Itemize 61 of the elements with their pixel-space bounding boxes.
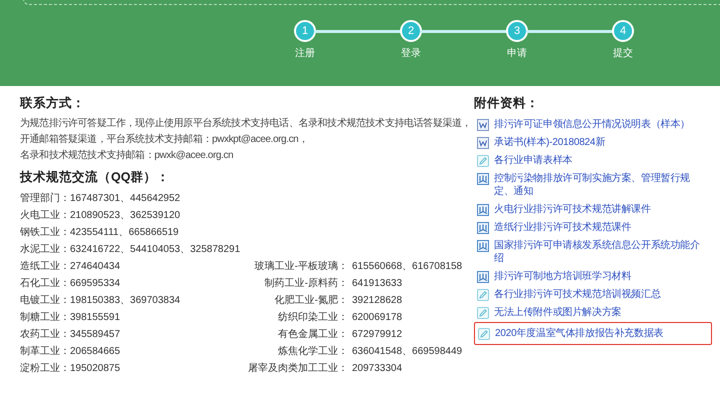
pencil-icon xyxy=(478,328,490,340)
qq-group-text: 制糖工业：398155591 xyxy=(20,310,120,325)
qq-group-label: 制药工业-原料药： xyxy=(264,276,348,291)
book-icon xyxy=(477,173,489,185)
qq-group-text: 石化工业：669595334 xyxy=(20,276,120,291)
attachment-link[interactable]: 排污许可证申领信息公开情况说明表（样本） xyxy=(494,118,690,131)
qq-group-number: 672979912 xyxy=(351,328,402,342)
document-icon xyxy=(477,119,489,131)
attachment-link[interactable]: 火电行业排污许可技术规范讲解课件 xyxy=(494,203,651,216)
qq-group-text: 农药工业：345589457 xyxy=(20,328,120,342)
qq-group-label: 玻璃工业-平板玻璃： xyxy=(254,260,348,274)
qq-group-text: 淀粉工业：195020875 xyxy=(20,362,120,376)
qq-group-number: 615560668、616708158 xyxy=(351,260,462,274)
step-number: 2 xyxy=(400,20,422,42)
qq-group-label: 纺织印染工业： xyxy=(278,310,348,325)
qq-group-label: 屠宰及肉类加工工业： xyxy=(248,362,348,376)
qq-group-number: 392128628 xyxy=(351,294,402,308)
section-heading: 联系方式： xyxy=(20,95,86,112)
section-heading: 附件资料： xyxy=(474,95,540,112)
qq-group-text: 制革工业：206584665 xyxy=(20,344,120,359)
qq-group-number: 620069178 xyxy=(351,311,402,325)
step-label: 登录 xyxy=(401,47,421,61)
book-icon xyxy=(477,204,489,216)
qq-group-number: 641913633 xyxy=(351,277,402,291)
contact-text: 开通邮箱答疑渠道，平台系统技术支持邮箱：pwxkpt@acee.org.cn， xyxy=(20,132,308,147)
attachment-link[interactable]: 无法上传附件或图片解决方案 xyxy=(494,306,622,319)
qq-group-label: 有色金属工业： xyxy=(278,328,348,342)
contact-text: 名录和技术规范技术支持邮箱：pwxk@acee.org.cn xyxy=(20,148,234,163)
qq-group-label: 化肥工业-氮肥： xyxy=(274,294,348,308)
pencil-icon xyxy=(477,289,489,301)
section-heading: 技术规范交流（QQ群）： xyxy=(20,169,170,186)
book-icon xyxy=(477,222,489,234)
attachment-link[interactable]: 造纸行业排污许可技术规范课件 xyxy=(494,221,632,234)
qq-group-text: 造纸工业：274640434 xyxy=(20,260,120,274)
book-icon xyxy=(477,240,489,252)
pencil-icon xyxy=(477,307,489,319)
qq-group-text: 火电工业：210890523、362539120 xyxy=(20,208,180,223)
qq-group-text: 电镀工业：198150383、369703834 xyxy=(20,294,180,308)
attachment-link[interactable]: 2020年度温室气体排放报告补充数据表 xyxy=(495,327,664,340)
document-icon xyxy=(477,137,489,149)
qq-group-number: 209733304 xyxy=(351,362,402,376)
book-icon xyxy=(477,271,489,283)
pencil-icon xyxy=(477,155,489,167)
step-number: 4 xyxy=(612,20,634,42)
qq-group-number: 636041548、669598449 xyxy=(351,345,462,359)
step-number: 1 xyxy=(294,20,316,42)
qq-group-label: 炼焦化学工业： xyxy=(278,344,348,359)
attachment-link[interactable]: 各行业排污许可技术规范培训视频汇总 xyxy=(494,288,661,301)
contact-text: 为规范排污许可答疑工作，现停止使用原平台系统技术支持电话、名录和技术规范技术支持电话答疑渠道， xyxy=(20,116,472,131)
attachment-link[interactable]: 控制污染物排放许可制实施方案、管理暂行规定、通知 xyxy=(494,172,709,198)
step-number: 3 xyxy=(506,20,528,42)
qq-group-text: 钢铁工业：423554111、665866519 xyxy=(20,226,179,240)
attachment-link[interactable]: 国家排污许可申请核发系统信息公开系统功能介绍 xyxy=(494,239,709,265)
qq-group-text: 水泥工业：632416722、544104053、325878291 xyxy=(20,242,240,257)
step-label: 提交 xyxy=(613,46,633,61)
attachment-link[interactable]: 承诺书(样本)-20180824新 xyxy=(494,136,606,149)
attachment-link[interactable]: 排污许可制地方培训班学习材料 xyxy=(494,270,632,283)
step-label: 注册 xyxy=(295,46,315,61)
qq-group-text: 管理部门：167487301、445642952 xyxy=(20,192,180,206)
step-label: 申请 xyxy=(507,46,527,61)
attachment-link[interactable]: 各行业申请表样本 xyxy=(494,154,572,167)
